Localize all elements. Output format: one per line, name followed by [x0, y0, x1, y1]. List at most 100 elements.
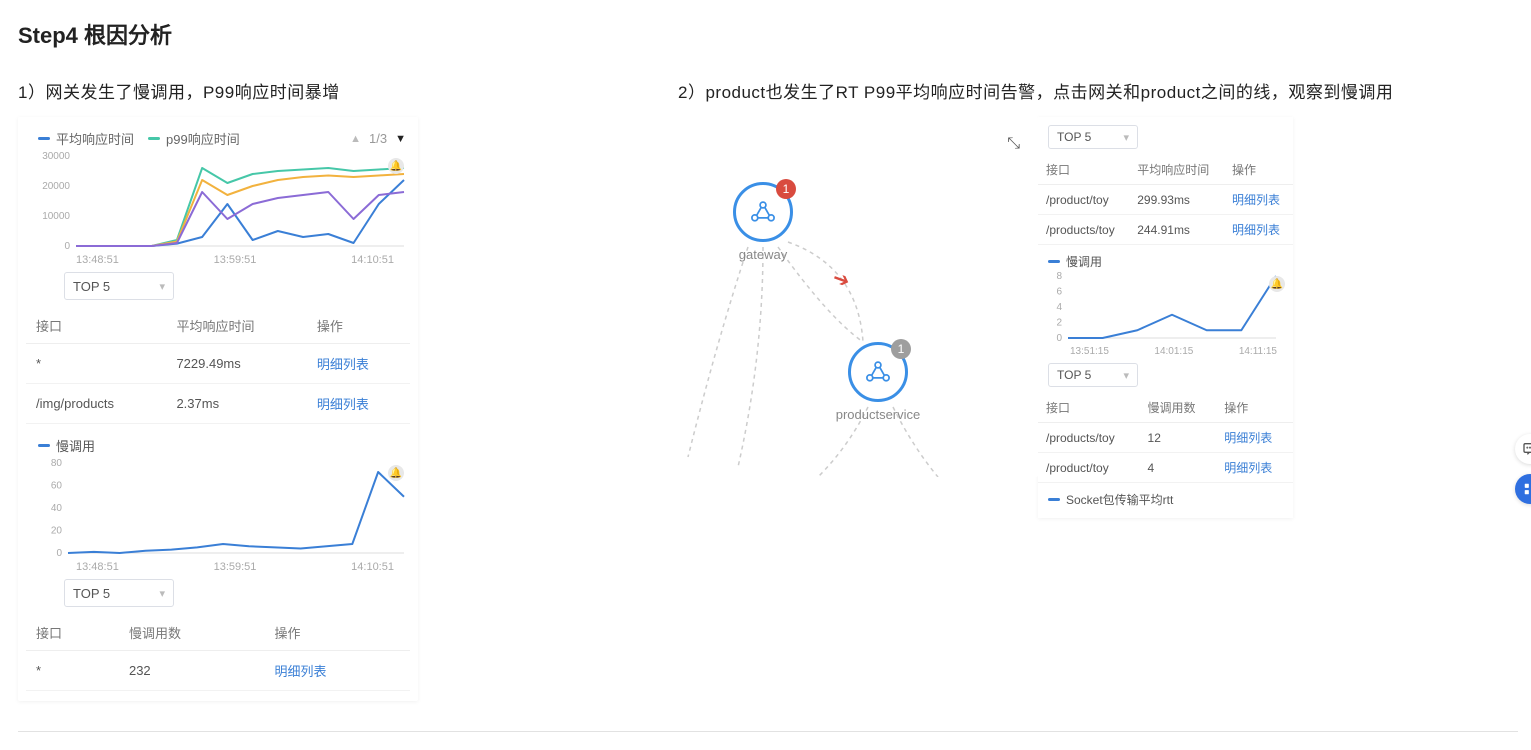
detail-xtick-2: 14:11:15: [1239, 346, 1277, 357]
svg-text:4: 4: [1056, 302, 1062, 313]
chart1-xtick-1: 13:59:51: [214, 254, 257, 266]
svg-text:8: 8: [1056, 272, 1062, 282]
svg-text:20000: 20000: [42, 181, 70, 192]
legend-swatch-p99: [148, 137, 160, 140]
table-cell: 12: [1140, 423, 1217, 453]
svg-text:0: 0: [1056, 333, 1062, 344]
table-cell: /product/toy: [1038, 185, 1129, 215]
chevron-down-icon: ▾: [159, 280, 165, 293]
table-cell: 2.37ms: [166, 384, 306, 424]
table-cell: 明细列表: [1224, 215, 1293, 245]
th-api: 接口: [1038, 393, 1140, 423]
legend-swatch-slow: [38, 444, 50, 447]
svg-text:0: 0: [64, 241, 70, 252]
table-cell: 244.91ms: [1129, 215, 1224, 245]
chart1-xtick-0: 13:48:51: [76, 254, 119, 266]
table-row: /product/toy299.93ms 明细列表: [1038, 185, 1293, 215]
pager-next-icon[interactable]: ▼: [395, 133, 406, 145]
svg-text:40: 40: [51, 503, 63, 514]
chevron-down-icon: ▾: [1123, 369, 1129, 382]
table-cell: *: [26, 344, 166, 384]
node-productservice[interactable]: 1: [848, 342, 908, 402]
node-product-badge: 1: [891, 339, 911, 359]
table-row: /products/toy12 明细列表: [1038, 423, 1293, 453]
table-cell: 232: [119, 651, 265, 691]
table-cell: *: [26, 651, 119, 691]
chart1-xtick-2: 14:10:51: [351, 254, 394, 266]
chart2-table: 接口 慢调用数 操作 *232明细列表: [26, 615, 410, 691]
node-product-label: productservice: [818, 407, 938, 422]
detail-top5-select[interactable]: TOP 5 ▾: [1048, 125, 1138, 149]
topology-edges: [678, 117, 1038, 477]
detail-top5-select-2[interactable]: TOP 5 ▾: [1048, 363, 1138, 387]
detail-link[interactable]: 明细列表: [1224, 431, 1272, 445]
detail-socket-title-row: Socket包传输平均rtt: [1038, 483, 1293, 510]
topology-graph[interactable]: ⤡ 1 gateway ➔ 1: [678, 117, 1038, 477]
table-row: /img/products2.37ms明细列表: [26, 384, 410, 424]
table-cell: 明细列表: [307, 344, 410, 384]
svg-text:6: 6: [1056, 287, 1062, 298]
detail-link[interactable]: 明细列表: [317, 357, 369, 372]
detail-link[interactable]: 明细列表: [317, 397, 369, 412]
bell-icon[interactable]: 🔔: [1269, 276, 1285, 292]
bell-icon[interactable]: 🔔: [388, 465, 404, 481]
table-cell: 299.93ms: [1129, 185, 1224, 215]
table-cell: 明细列表: [1216, 453, 1293, 483]
bell-icon[interactable]: 🔔: [388, 158, 404, 174]
table-cell: /products/toy: [1038, 215, 1129, 245]
th-op: 操作: [307, 308, 410, 344]
apps-icon[interactable]: [1515, 474, 1531, 504]
chart1-top5-select[interactable]: TOP 5 ▾: [64, 272, 174, 300]
detail-panel: TOP 5 ▾ 接口 平均响应时间 操作 /product/toy299.93m…: [1038, 117, 1293, 518]
chart1: 🔔 0 10000 20000 30000 13:48:51 13:59:51 14:…: [26, 152, 410, 266]
chart1-table: 接口 平均响应时间 操作 *7229.49ms明细列表/img/products…: [26, 308, 410, 424]
chart2-top5-select[interactable]: TOP 5 ▾: [64, 579, 174, 607]
table-cell: /products/toy: [1038, 423, 1140, 453]
detail-top5-label-2: TOP 5: [1057, 368, 1091, 382]
chevron-down-icon: ▾: [159, 587, 165, 600]
table-cell: /product/toy: [1038, 453, 1140, 483]
legend-swatch-socket: [1048, 498, 1060, 501]
chart1-top5-label: TOP 5: [73, 279, 110, 294]
detail-link[interactable]: 明细列表: [274, 664, 326, 679]
node-gateway[interactable]: 1: [733, 182, 793, 242]
th-rt: 平均响应时间: [1129, 155, 1224, 185]
detail-table2: 接口 慢调用数 操作 /products/toy12明细列表/product/t…: [1038, 393, 1293, 483]
pager-text: 1/3: [369, 131, 387, 146]
node-gateway-label: gateway: [703, 247, 823, 262]
detail-xtick-0: 13:51:15: [1070, 346, 1109, 357]
detail-link[interactable]: 明细列表: [1232, 223, 1280, 237]
detail-slow-title-row: 慢调用: [1038, 245, 1293, 272]
chart2-xtick-0: 13:48:51: [76, 561, 119, 573]
detail-chart: 🔔 02468 13:51:15 14:01:15 14:11:15: [1038, 272, 1293, 357]
table-cell: 7229.49ms: [166, 344, 306, 384]
table-cell: 明细列表: [264, 651, 410, 691]
detail-link[interactable]: 明细列表: [1232, 193, 1280, 207]
chart2-xtick-1: 13:59:51: [214, 561, 257, 573]
chat-icon[interactable]: [1515, 434, 1531, 464]
svg-text:60: 60: [51, 481, 63, 492]
svg-text:10000: 10000: [42, 211, 70, 222]
svg-text:20: 20: [51, 526, 63, 537]
pager-prev-icon[interactable]: ▲: [350, 133, 361, 145]
th-api: 接口: [26, 615, 119, 651]
chart2-title-row: 慢调用: [26, 424, 410, 459]
chart2: 🔔 020406080 13:48:51 13:59:51 14:10:51: [26, 459, 410, 573]
table-cell: 明细列表: [1216, 423, 1293, 453]
divider: [18, 731, 1518, 732]
subhead-1: 1）网关发生了慢调用，P99响应时间暴增: [18, 78, 678, 103]
legend-avg: 平均响应时间: [56, 129, 134, 148]
th-api: 接口: [1038, 155, 1129, 185]
table-row: /products/toy244.91ms 明细列表: [1038, 215, 1293, 245]
table-row: *232 明细列表: [26, 651, 410, 691]
chart1-svg: 0 10000 20000 30000: [32, 152, 412, 252]
svg-text:30000: 30000: [42, 152, 70, 162]
legend-p99: p99响应时间: [166, 129, 240, 148]
th-rt: 平均响应时间: [166, 308, 306, 344]
detail-slow-title: 慢调用: [1066, 253, 1102, 270]
service-icon: [864, 358, 892, 386]
detail-top5-label: TOP 5: [1057, 130, 1091, 144]
detail-link[interactable]: 明细列表: [1224, 461, 1272, 475]
chart2-xtick-2: 14:10:51: [351, 561, 394, 573]
chart2-title: 慢调用: [56, 436, 95, 455]
